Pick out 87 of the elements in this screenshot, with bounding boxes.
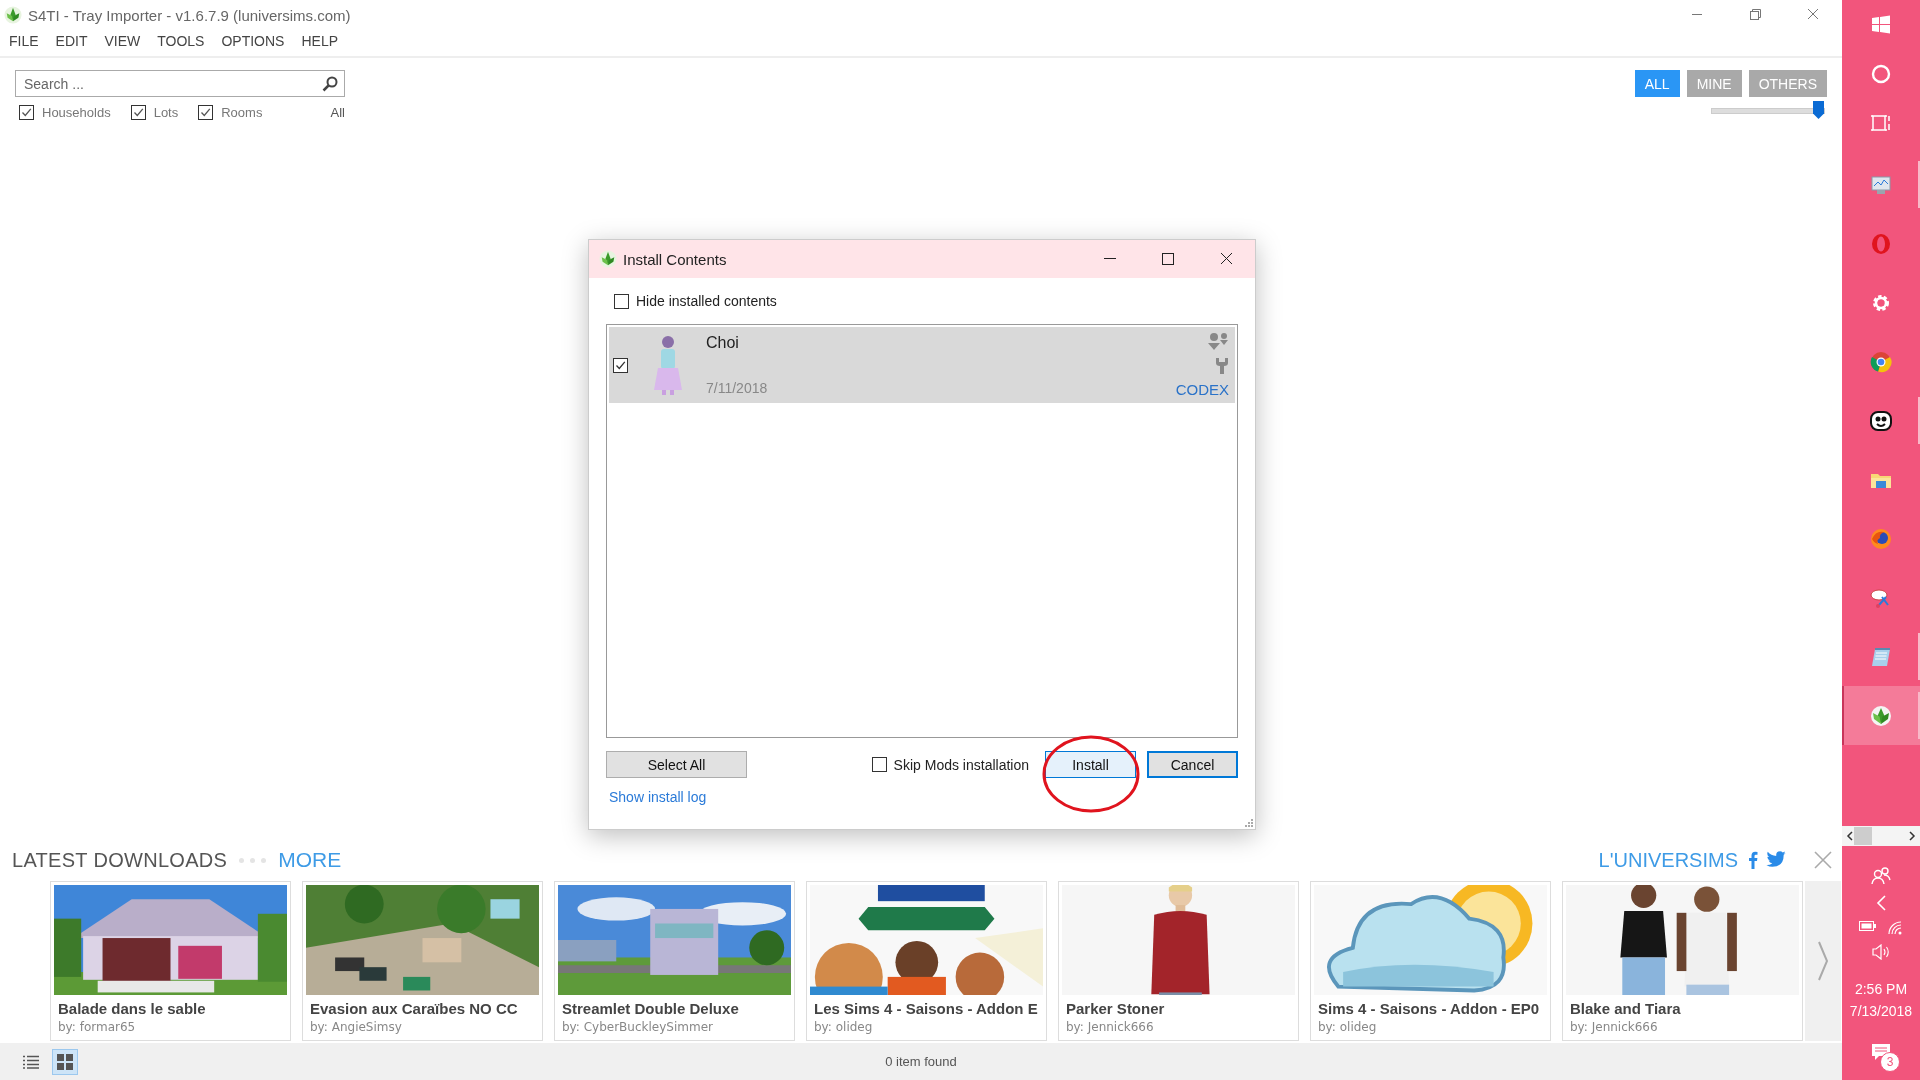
- checkbox[interactable]: [130, 105, 146, 120]
- download-card[interactable]: Blake and Tiara by: Jennick666: [1562, 881, 1803, 1041]
- dots-icon: [239, 857, 267, 863]
- wrench-icon: [1215, 356, 1229, 375]
- content-date: 7/11/2018: [706, 380, 768, 396]
- content-name: Choi: [706, 334, 740, 352]
- filter-label[interactable]: Lots: [153, 105, 179, 120]
- menu-item[interactable]: OPTIONS: [216, 33, 297, 49]
- source-label: CODEX: [1175, 381, 1229, 398]
- select-all-button[interactable]: Select All: [606, 751, 747, 778]
- facebook-icon[interactable]: [1748, 851, 1758, 869]
- cancel-button[interactable]: Cancel: [1147, 751, 1238, 778]
- download-card[interactable]: Les Sims 4 - Saisons - Addon E by: olideg: [806, 881, 1047, 1041]
- card-title: Sims 4 - Saisons - Addon - EP0: [1318, 999, 1541, 1018]
- card-author: by: CyberBuckleySimmer: [562, 1019, 714, 1035]
- card-author: by: olideg: [1318, 1019, 1378, 1035]
- checkbox-label[interactable]: Hide installed contents: [636, 293, 777, 309]
- search-input[interactable]: Search ...: [22, 74, 322, 93]
- circle-icon: [1870, 62, 1892, 85]
- card-title: Parker Stoner: [1066, 999, 1166, 1018]
- download-card[interactable]: Evasion aux Caraïbes NO CC by: AngieSimsy: [302, 881, 543, 1041]
- download-card[interactable]: Sims 4 - Saisons - Addon - EP0 by: olideg: [1310, 881, 1551, 1041]
- filter-label[interactable]: Rooms: [221, 105, 263, 120]
- wifi-icon[interactable]: [1887, 920, 1903, 936]
- slider-thumb[interactable]: [1813, 101, 1824, 119]
- card-title: Evasion aux Caraïbes NO CC: [310, 999, 519, 1018]
- card-author: by: AngieSimsy: [310, 1019, 403, 1035]
- monitor-icon: [1870, 173, 1892, 196]
- app-logo-icon: [4, 6, 22, 24]
- globe-icon: [1870, 527, 1892, 550]
- checkbox[interactable]: [871, 757, 887, 772]
- menu-item[interactable]: FILE: [4, 33, 51, 49]
- install-button[interactable]: Install: [1045, 751, 1136, 778]
- badge-icon: [1870, 409, 1892, 432]
- checkbox-label[interactable]: Skip Mods installation: [893, 756, 1029, 773]
- menu-item[interactable]: HELP: [296, 33, 351, 49]
- card-author: by: Jennick666: [1570, 1019, 1659, 1035]
- windows-icon: [1870, 13, 1892, 36]
- scrollbar[interactable]: [1842, 826, 1920, 846]
- section-title: LATEST DOWNLOADS: [12, 848, 228, 872]
- checkbox[interactable]: [19, 105, 34, 120]
- people-icon: [1207, 332, 1229, 350]
- checkbox[interactable]: [613, 357, 628, 373]
- search-field[interactable]: Search ...: [15, 70, 345, 97]
- card-title: Streamlet Double Deluxe: [562, 999, 740, 1018]
- battery-icon[interactable]: [1859, 920, 1877, 932]
- menu-item[interactable]: EDIT: [50, 33, 100, 49]
- app-logo-icon: [599, 250, 617, 268]
- leaf-icon: [1870, 704, 1892, 727]
- resize-grip-icon[interactable]: [1244, 818, 1253, 827]
- menu-item[interactable]: VIEW: [99, 33, 153, 49]
- close-icon[interactable]: [1814, 851, 1832, 869]
- all-link[interactable]: All: [330, 105, 345, 120]
- globe-icon: [1870, 350, 1892, 373]
- window-title: S4TI - Tray Importer - v1.6.7.9 (luniversims.com): [28, 6, 351, 24]
- scroll-left-icon[interactable]: [1846, 831, 1854, 841]
- view-mode-button[interactable]: [52, 1048, 78, 1075]
- ring-icon: [1870, 232, 1892, 255]
- checkbox[interactable]: [614, 293, 629, 309]
- filter-label[interactable]: Households: [42, 105, 111, 120]
- card-author: by: formar65: [58, 1019, 137, 1035]
- card-author: by: Jennick666: [1066, 1019, 1155, 1035]
- scissors-icon: [1870, 586, 1892, 609]
- checkbox[interactable]: [198, 105, 214, 120]
- download-card[interactable]: Parker Stoner by: Jennick666: [1058, 881, 1299, 1041]
- grid-icon: [57, 1053, 73, 1070]
- install-log-link[interactable]: Show install log: [609, 789, 707, 805]
- notification-badge: 3: [1880, 1052, 1900, 1072]
- people-icon[interactable]: [1870, 866, 1892, 886]
- download-card[interactable]: Streamlet Double Deluxe by: CyberBuckleySimmer: [554, 881, 795, 1041]
- search-icon: [322, 75, 338, 92]
- content-row[interactable]: Choi 7/11/2018 CODEX: [609, 327, 1235, 403]
- card-title: Blake and Tiara: [1570, 999, 1682, 1018]
- download-card[interactable]: Balade dans le sable by: formar65: [50, 881, 291, 1041]
- menu-item[interactable]: TOOLS: [152, 33, 217, 49]
- card-title: Les Sims 4 - Saisons - Addon E: [814, 999, 1039, 1018]
- chevron-right-icon: [1817, 941, 1829, 981]
- scroll-right-icon[interactable]: [1908, 831, 1916, 841]
- chevron-left-icon[interactable]: [1875, 894, 1887, 912]
- card-title: Balade dans le sable: [58, 999, 207, 1018]
- notepad-icon: [1870, 645, 1892, 668]
- list-icon: [23, 1054, 39, 1069]
- dialog-title: Install Contents: [623, 250, 727, 268]
- card-author: by: olideg: [814, 1019, 874, 1035]
- bird-icon[interactable]: [1766, 851, 1786, 867]
- status-text: 0 item found: [885, 1054, 957, 1069]
- speaker-icon[interactable]: [1871, 944, 1891, 960]
